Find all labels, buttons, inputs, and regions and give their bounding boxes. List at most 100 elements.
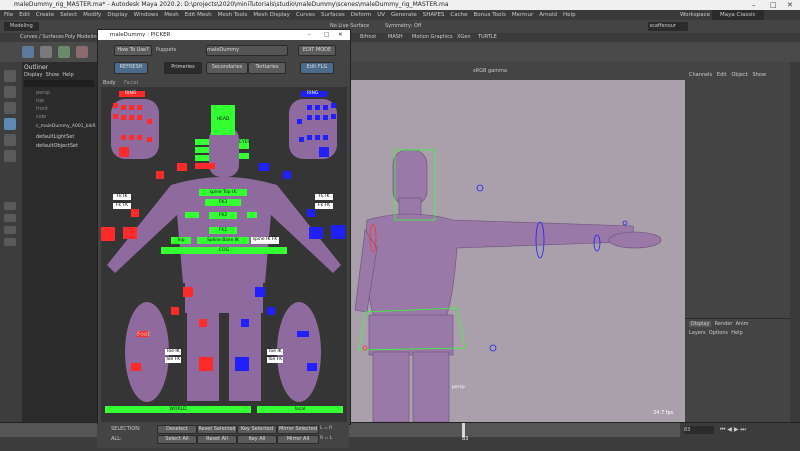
outliner-search-input[interactable]	[24, 80, 94, 87]
finger-l-control[interactable]	[137, 115, 142, 120]
wrist-l-control[interactable]	[123, 227, 137, 239]
vertical-side-tabs[interactable]	[790, 62, 800, 422]
menu-file[interactable]: File	[4, 12, 13, 18]
set-primeries-button[interactable]: Primeries	[164, 62, 202, 74]
menu-display[interactable]: Display	[107, 12, 127, 18]
layout-icon[interactable]	[4, 202, 16, 210]
fk3-control[interactable]: FK3	[205, 199, 241, 206]
ankle-r-control[interactable]	[235, 357, 249, 371]
outliner-menu-display[interactable]: Display	[24, 72, 42, 78]
shelf-tab[interactable]: MASH	[388, 33, 403, 42]
outliner-menu-help[interactable]: Help	[62, 72, 73, 78]
chest-r-control[interactable]	[247, 212, 257, 218]
edit-mode-button[interactable]: EDIT MODE	[298, 45, 336, 56]
palm-r-control[interactable]	[319, 147, 329, 157]
finger-l-control[interactable]	[121, 135, 126, 140]
hand-ik-r-control[interactable]	[331, 225, 345, 239]
refresh-button[interactable]: REFRESH	[114, 62, 148, 74]
shoulder-r-control[interactable]	[283, 171, 291, 179]
minimize-icon[interactable]: –	[752, 0, 756, 10]
outliner-item[interactable]: front	[36, 106, 48, 112]
finger-r-control[interactable]	[323, 105, 328, 110]
menu-generate[interactable]: Generate	[391, 12, 417, 18]
menu-cache[interactable]: Cache	[450, 12, 467, 18]
layer-tab-anim[interactable]: Anim	[736, 321, 749, 327]
lasso-tool-icon[interactable]	[4, 86, 16, 98]
paint-tool-icon[interactable]	[4, 102, 16, 114]
finger-l-control[interactable]	[121, 105, 126, 110]
hip-control[interactable]: hip	[171, 237, 191, 244]
world-control[interactable]: WORLD	[105, 406, 251, 413]
shelf-tab[interactable]: Curves / Surfaces	[20, 33, 64, 42]
picker-maximize-icon[interactable]: □	[324, 30, 329, 40]
elbow-r-control[interactable]	[307, 209, 315, 217]
knee-pole-r-control[interactable]	[267, 307, 275, 315]
jaw-control[interactable]	[195, 155, 209, 161]
menu-mesh[interactable]: Mesh	[164, 12, 178, 18]
frame-field[interactable]: 83	[684, 426, 714, 434]
wrist-r-control[interactable]	[309, 227, 323, 239]
menu-arnold[interactable]: Arnold	[539, 12, 557, 18]
menu-surfaces[interactable]: Surfaces	[321, 12, 345, 18]
layout-icon[interactable]	[4, 214, 16, 222]
layer-tab-display[interactable]: Display	[689, 321, 712, 327]
toe-fk-l-switch[interactable]: Toe FK	[165, 357, 181, 363]
layer-tab-render[interactable]: Render	[715, 321, 733, 327]
channel-menu-edit[interactable]: Edit	[717, 72, 727, 78]
clavicle-r-control[interactable]	[259, 163, 269, 171]
finger-l-control[interactable]	[129, 105, 134, 110]
finger-r-control[interactable]	[331, 103, 336, 108]
heel-l-control[interactable]	[131, 363, 141, 371]
eyes-control[interactable]: EYES	[239, 139, 250, 149]
current-frame-marker[interactable]	[462, 423, 465, 437]
menu-create[interactable]: Create	[36, 12, 54, 18]
head-control[interactable]: HEAD	[211, 105, 235, 135]
shelf-icon[interactable]	[40, 46, 52, 58]
finger-l-control[interactable]	[121, 115, 126, 120]
maximize-icon[interactable]: □	[770, 0, 777, 10]
finger-l-control[interactable]	[113, 103, 118, 108]
finger-r-control[interactable]	[315, 135, 320, 140]
finger-l-control[interactable]	[113, 114, 118, 119]
outliner-menu-show[interactable]: Show	[46, 72, 60, 78]
select-tool-icon[interactable]	[4, 70, 16, 82]
spine-top-ik-control[interactable]: spine Top IK	[199, 189, 247, 196]
knee-r-control[interactable]	[241, 319, 249, 327]
search-field[interactable]: scaffenour	[648, 22, 688, 31]
outliner-item[interactable]: persp	[36, 90, 50, 96]
finger-r-control[interactable]	[315, 115, 320, 120]
clavicle-l-control[interactable]	[177, 163, 187, 171]
shelf-icon[interactable]	[22, 46, 34, 58]
layer-menu-help[interactable]: Help	[731, 330, 742, 336]
outliner-item[interactable]: defaultLightSet	[36, 134, 74, 140]
finger-l-control[interactable]	[137, 105, 142, 110]
finger-r-control[interactable]	[315, 105, 320, 110]
workspace-select[interactable]: Maya Classic	[712, 10, 764, 20]
channel-menu-channels[interactable]: Channels	[689, 72, 712, 78]
viewport-3d[interactable]: persp 34.7 fps	[335, 80, 685, 423]
shelf-tab[interactable]: Motion Graphics	[412, 33, 453, 42]
howto-button[interactable]: How To Use?	[114, 45, 152, 56]
key-selected-button[interactable]: Key Selected	[237, 425, 277, 434]
mirror-all-button[interactable]: Mirror All	[277, 435, 319, 444]
outliner-item[interactable]: defaultObjectSet	[36, 143, 78, 149]
menu-bonus-tools[interactable]: Bonus Tools	[474, 12, 506, 18]
reset-selected-button[interactable]: Reset Selected	[197, 425, 237, 434]
shoulder-l-control[interactable]	[156, 171, 164, 179]
finger-l-control[interactable]	[129, 115, 134, 120]
outliner-item[interactable]: c_maleDummy_A001_bikR	[36, 124, 96, 129]
outliner-item[interactable]: side	[36, 114, 46, 120]
layer-menu-options[interactable]: Options	[709, 330, 728, 336]
set-tertiaries-button[interactable]: Tertiaries	[248, 62, 286, 74]
deselect-button[interactable]: Deselect	[157, 425, 197, 434]
eye-l2-control[interactable]	[195, 147, 209, 153]
fk1-control[interactable]: FK1	[209, 227, 237, 234]
ankle-l-control[interactable]	[199, 357, 213, 371]
spine-ik-fk-switch[interactable]: spine IK FK	[251, 237, 279, 244]
key-all-button[interactable]: Key All	[237, 435, 277, 444]
color-space[interactable]: sRGB gamma	[473, 68, 507, 74]
scale-tool-icon[interactable]	[4, 150, 16, 162]
menu-windows[interactable]: Windows	[134, 12, 159, 18]
neck-fk-control[interactable]	[195, 163, 215, 169]
finger-r-control[interactable]	[323, 135, 328, 140]
